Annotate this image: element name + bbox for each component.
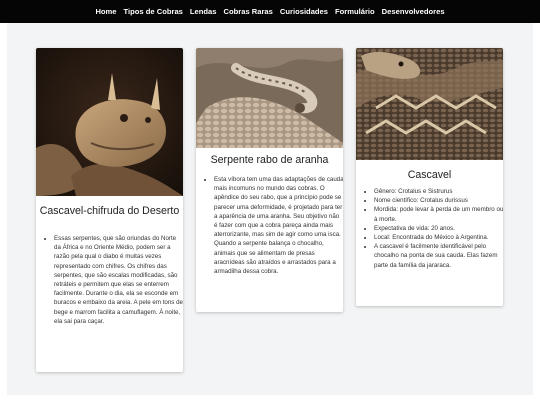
nav-desenvolvedores[interactable]: Desenvolvedores <box>382 7 445 16</box>
nav-lendas[interactable]: Lendas <box>190 7 217 16</box>
horned-viper-photo <box>36 48 183 196</box>
card-title: Serpente rabo de aranha <box>210 154 329 166</box>
top-navbar: Home Tipos de Cobras Lendas Cobras Raras… <box>0 0 540 23</box>
card-fact-identification: A cascavel é facilmente identificável pe… <box>374 242 503 270</box>
nav-cobras-raras[interactable]: Cobras Raras <box>224 7 273 16</box>
card-fact-bite: Mordida: pode levar à perda de um membro… <box>374 205 503 223</box>
card-horned-viper: Cascavel-chifruda do Deserto Essas serpe… <box>36 48 183 372</box>
card-title: Cascavel <box>407 169 452 181</box>
nav-tipos-de-cobras[interactable]: Tipos de Cobras <box>124 7 183 16</box>
card-fact-lifespan: Expectativa de vida: 20 anos. <box>374 224 503 233</box>
spider-tailed-viper-photo <box>196 48 343 148</box>
card-fact-scientific-name: Nome científico: Crotalus durissus <box>374 196 503 205</box>
card-description-list: Essas serpentes, que são oriundas do Nor… <box>44 234 183 326</box>
card-fact-genus: Gênero: Crotalus e Sistrurus <box>374 187 503 196</box>
nav-curiosidades[interactable]: Curiosidades <box>280 7 328 16</box>
nav-formulario[interactable]: Formulário <box>335 7 375 16</box>
card-description-list: Esta víbora tem uma das adaptações de ca… <box>204 175 343 276</box>
main-content: Cascavel-chifruda do Deserto Essas serpe… <box>7 23 533 395</box>
card-description-list: Gênero: Crotalus e Sistrurus Nome cientí… <box>364 187 503 270</box>
card-description: Esta víbora tem uma das adaptações de ca… <box>214 175 343 276</box>
card-title: Cascavel-chifruda do Deserto <box>39 205 180 217</box>
rattlesnake-photo <box>356 48 503 160</box>
card-rattlesnake: Cascavel Gênero: Crotalus e Sistrurus No… <box>356 48 503 306</box>
card-spider-tailed-viper: Serpente rabo de aranha Esta víbora tem … <box>196 48 343 312</box>
card-fact-location: Local: Encontrada do México à Argentina. <box>374 233 503 242</box>
card-description: Essas serpentes, que são oriundas do Nor… <box>54 234 183 326</box>
nav-home[interactable]: Home <box>95 7 116 16</box>
